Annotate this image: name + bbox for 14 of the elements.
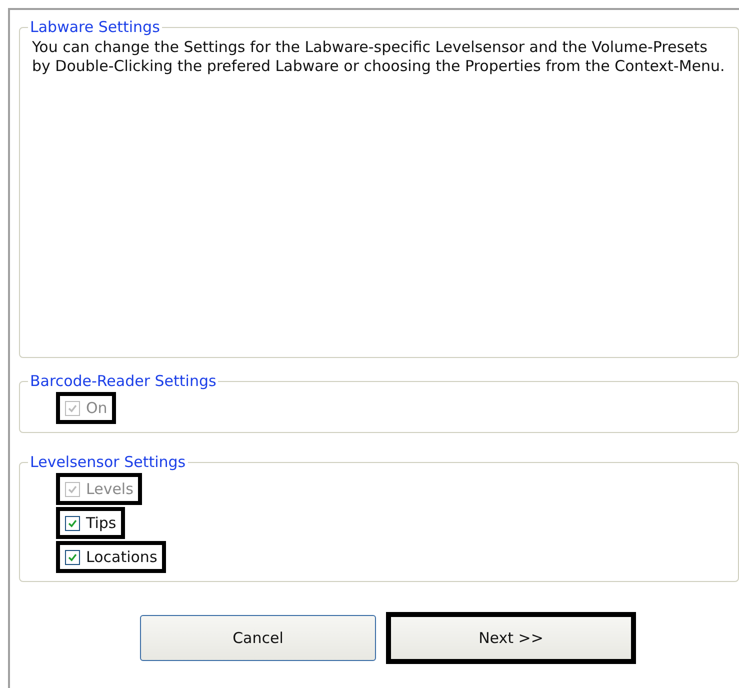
checkbox[interactable] [65, 516, 80, 530]
group-title: Levelsensor Settings [29, 453, 187, 471]
checkbox-option[interactable]: Locations [56, 541, 166, 573]
group-title: Barcode-Reader Settings [29, 372, 218, 390]
checkbox[interactable] [65, 550, 80, 564]
checkbox-label: On [86, 399, 108, 417]
dialog-button[interactable]: Cancel [140, 615, 376, 661]
checkbox-label: Tips [86, 514, 116, 532]
checkbox-label: Levels [86, 480, 134, 498]
checkbox-option[interactable]: Tips [56, 507, 126, 539]
dialog-button[interactable]: Next >> [386, 612, 636, 664]
description-text: You can change the Settings for the Labware-specific Levelsensor and the Volume-Presets by Double-Clicking the prefered Labware or choosing the Properties from the Context-Menu. [32, 38, 726, 76]
group-title: Labware Settings [29, 18, 161, 36]
checkbox-label: Locations [86, 548, 158, 566]
